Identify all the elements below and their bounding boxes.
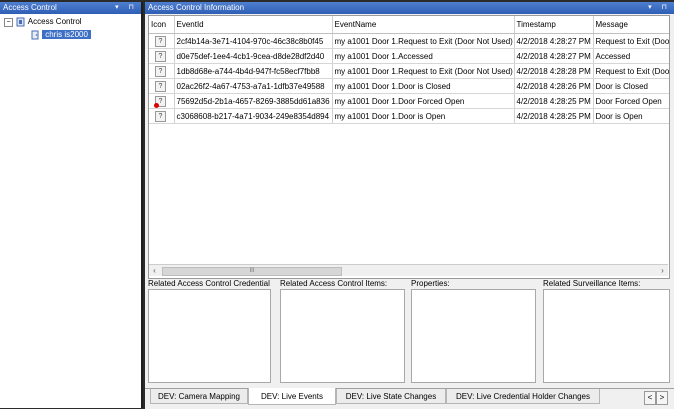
unknown-event-icon: ? — [155, 80, 166, 92]
scroll-left-icon[interactable]: ‹ — [149, 265, 160, 276]
cell-message: Accessed — [593, 48, 669, 64]
access-control-pane: Access Control ▾ ⊓ − Access Control chri… — [0, 2, 143, 408]
cell-timestamp: 4/2/2018 4:28:27 PM — [514, 33, 594, 49]
panel-label: Related Access Control Credential — [148, 279, 270, 288]
pane-pin-buttons[interactable]: ▾ ⊓ — [115, 2, 138, 14]
tree-node-label: chris is2000 — [42, 30, 91, 39]
tab-camera-mapping[interactable]: DEV: Camera Mapping — [150, 389, 248, 404]
cell-timestamp: 4/2/2018 4:28:27 PM — [514, 48, 594, 64]
information-titlebar: Access Control Information ▾ ⊓ — [145, 2, 674, 14]
tab-live-credential-holder-changes[interactable]: DEV: Live Credential Holder Changes — [446, 389, 600, 404]
related-surveillance-panel: Related Surveillance Items: — [540, 279, 674, 383]
tab-prev-button[interactable]: < — [644, 391, 656, 405]
table-row[interactable]: ? 1db8d68e-a744-4b4d-947f-fc58ecf7fbb8 m… — [149, 63, 669, 79]
related-items-box[interactable] — [280, 289, 405, 383]
door-controller-icon — [31, 30, 39, 40]
unknown-event-icon: ? — [155, 65, 166, 77]
cell-event-id: 75692d5d-2b1a-4657-8269-3885dd61a836 — [174, 93, 333, 109]
tab-live-events[interactable]: DEV: Live Events — [248, 388, 336, 405]
access-control-icon — [16, 17, 25, 27]
cell-event-name: my a1001 Door 1.Request to Exit (Door No… — [332, 33, 515, 49]
alarm-event-glyph: ? — [158, 97, 163, 105]
alarm-indicator-icon — [154, 102, 159, 108]
panel-label: Related Access Control Items: — [280, 279, 388, 288]
events-grid: Icon EventId EventName Timestamp Message… — [148, 15, 670, 279]
cell-event-name: my a1001 Door 1.Door is Open — [332, 108, 515, 124]
cell-event-id: d0e75def-1ee4-4cb1-9cea-d8de28df2d40 — [174, 48, 333, 64]
cell-message: Door is Closed — [593, 78, 669, 94]
scrollbar-thumb[interactable]: III — [162, 267, 342, 276]
related-surveillance-box[interactable] — [543, 289, 670, 383]
cell-event-id: 02ac26f2-4a67-4753-a7a1-1dfb37e49588 — [174, 78, 333, 94]
cell-event-name: my a1001 Door 1.Door is Closed — [332, 78, 515, 94]
tree-view: − Access Control chris is2000 — [0, 15, 141, 408]
cell-timestamp: 4/2/2018 4:28:26 PM — [514, 78, 594, 94]
column-header-message[interactable]: Message — [593, 16, 669, 34]
unknown-event-icon: ? — [155, 50, 166, 62]
table-row[interactable]: ? 2cf4b14a-3e71-4104-970c-46c38c8b0f45 m… — [149, 33, 669, 49]
unknown-event-icon: ? — [155, 35, 166, 47]
horizontal-scrollbar[interactable]: ‹ III › — [149, 264, 668, 276]
alarm-event-icon: ? — [154, 95, 166, 108]
table-row[interactable]: ? 75692d5d-2b1a-4657-8269-3885dd61a836 m… — [149, 93, 669, 109]
cell-event-name: my a1001 Door 1.Request to Exit (Door No… — [332, 63, 515, 79]
tree-expander-button[interactable]: − — [4, 18, 13, 27]
column-header-icon[interactable]: Icon — [149, 16, 175, 34]
cell-message: Request to Exit (Door — [593, 63, 669, 79]
cell-event-id: 1db8d68e-a744-4b4d-947f-fc58ecf7fbb8 — [174, 63, 333, 79]
related-credential-box[interactable] — [148, 289, 271, 383]
cell-timestamp: 4/2/2018 4:28:25 PM — [514, 108, 594, 124]
related-items-panel: Related Access Control Items: — [277, 279, 409, 383]
cell-event-id: c3068608-b217-4a71-9034-249e8354d894 — [174, 108, 333, 124]
table-header-row: Icon EventId EventName Timestamp Message — [149, 16, 669, 34]
table-row[interactable]: ? c3068608-b217-4a71-9034-249e8354d894 m… — [149, 108, 669, 124]
tab-live-state-changes[interactable]: DEV: Live State Changes — [336, 389, 446, 404]
column-header-timestamp[interactable]: Timestamp — [514, 16, 594, 34]
events-table: Icon EventId EventName Timestamp Message… — [149, 16, 669, 124]
tab-next-button[interactable]: > — [656, 391, 668, 405]
table-row[interactable]: ? d0e75def-1ee4-4cb1-9cea-d8de28df2d40 m… — [149, 48, 669, 64]
properties-panel: Properties: — [408, 279, 540, 383]
access-control-titlebar: Access Control ▾ ⊓ — [0, 2, 141, 14]
tree-node-chris-is2000[interactable]: chris is2000 — [30, 29, 91, 41]
tree-node-label: Access Control — [27, 17, 82, 26]
column-header-eventname[interactable]: EventName — [332, 16, 515, 34]
tree-node-access-control[interactable]: Access Control — [16, 16, 82, 28]
properties-box[interactable] — [411, 289, 536, 383]
cell-message: Door is Open — [593, 108, 669, 124]
access-control-information-pane: Access Control Information ▾ ⊓ Icon Even… — [145, 2, 674, 409]
scroll-right-icon[interactable]: › — [657, 265, 668, 276]
cell-timestamp: 4/2/2018 4:28:28 PM — [514, 63, 594, 79]
pane-title: Access Control — [3, 3, 57, 12]
cell-event-name: my a1001 Door 1.Door Forced Open — [332, 93, 515, 109]
cell-event-name: my a1001 Door 1.Accessed — [332, 48, 515, 64]
column-header-eventid[interactable]: EventId — [174, 16, 333, 34]
panel-label: Properties: — [411, 279, 450, 288]
panel-label: Related Surveillance Items: — [543, 279, 641, 288]
cell-message: Request to Exit (Door — [593, 33, 669, 49]
pane-pin-buttons[interactable]: ▾ ⊓ — [648, 2, 671, 14]
cell-timestamp: 4/2/2018 4:28:25 PM — [514, 93, 594, 109]
table-row[interactable]: ? 02ac26f2-4a67-4753-a7a1-1dfb37e49588 m… — [149, 78, 669, 94]
unknown-event-icon: ? — [155, 110, 166, 122]
tab-strip: DEV: Camera Mapping DEV: Live Events DEV… — [145, 388, 674, 409]
cell-message: Door Forced Open — [593, 93, 669, 109]
detail-panels: Related Access Control Credential Relate… — [145, 279, 674, 386]
pane-title: Access Control Information — [148, 3, 245, 12]
cell-event-id: 2cf4b14a-3e71-4104-970c-46c38c8b0f45 — [174, 33, 333, 49]
related-credential-panel: Related Access Control Credential — [145, 279, 275, 383]
